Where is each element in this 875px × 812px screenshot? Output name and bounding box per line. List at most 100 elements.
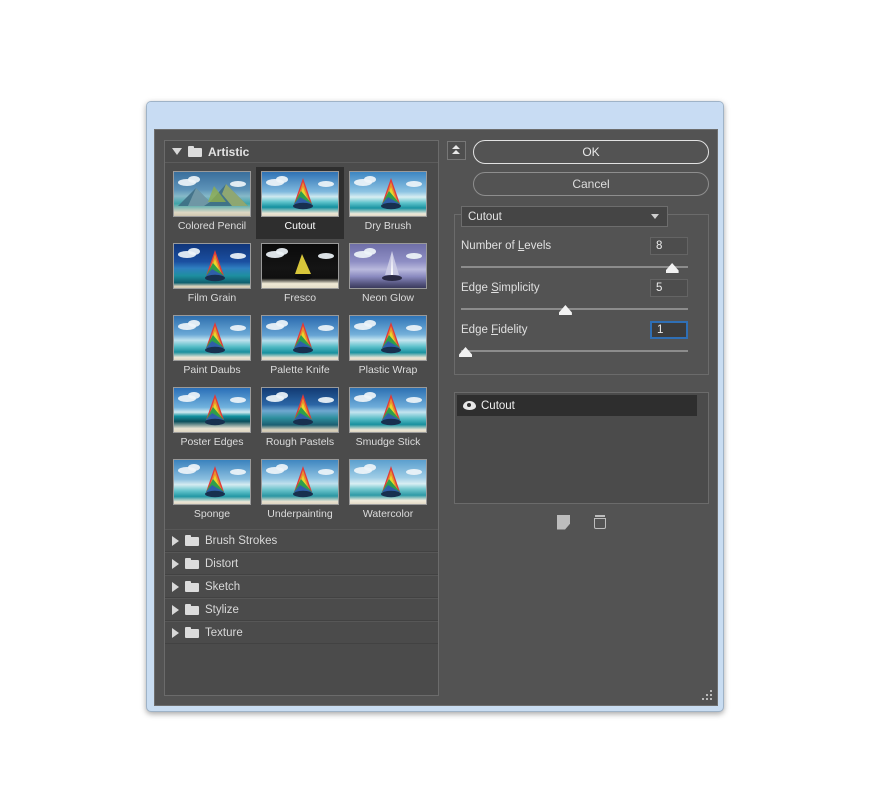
filter-thumbnail [173,387,251,433]
filter-item-label: Sponge [193,508,231,520]
category-row-sketch[interactable]: Sketch [165,575,438,598]
filter-item-smudge-stick[interactable]: Smudge Stick [344,383,432,455]
category-row-distort[interactable]: Distort [165,552,438,575]
filter-thumbnail [261,459,339,505]
folder-icon [185,604,199,615]
category-label: Texture [205,626,243,639]
filter-thumbnail [173,315,251,361]
filter-thumbnail [173,243,251,289]
filter-thumbnail [349,315,427,361]
filter-thumbnail [173,459,251,505]
filter-item-label: Fresco [283,292,317,304]
filter-item-label: Poster Edges [180,436,244,448]
resize-grip[interactable] [702,690,713,701]
filter-item-label: Film Grain [187,292,237,304]
parameter-label: Number of Levels [461,240,552,252]
filter-gallery-dialog: Artistic Colored Pencil Cutout Dry Brush… [154,129,718,706]
effect-layer-row[interactable]: Cutout [457,395,697,416]
filter-browser-panel[interactable]: Artistic Colored Pencil Cutout Dry Brush… [164,140,439,696]
double-chevron-up-icon [452,144,461,154]
filter-item-palette-knife[interactable]: Palette Knife [256,311,344,383]
trash-icon[interactable] [594,515,606,529]
filter-item-poster-edges[interactable]: Poster Edges [168,383,256,455]
slider-thumb[interactable] [665,263,679,273]
parameter-value-field[interactable]: 8 [650,237,688,255]
cancel-button[interactable]: Cancel [473,172,709,196]
filter-item-label: Neon Glow [362,292,414,304]
slider-track [461,308,688,310]
eye-icon[interactable] [457,401,481,410]
filter-item-paint-daubs[interactable]: Paint Daubs [168,311,256,383]
parameter-label: Edge Fidelity [461,324,528,336]
category-label: Brush Strokes [205,534,278,547]
category-header-artistic[interactable]: Artistic [165,141,438,163]
filter-item-rough-pastels[interactable]: Rough Pastels [256,383,344,455]
filter-item-fresco[interactable]: Fresco [256,239,344,311]
ok-button[interactable]: OK [473,140,709,164]
triangle-right-icon[interactable] [172,535,179,546]
category-row-texture[interactable]: Texture [165,621,438,644]
filter-select-dropdown[interactable]: Cutout [461,206,668,227]
filter-thumbnail [261,243,339,289]
filter-item-watercolor[interactable]: Watercolor [344,455,432,527]
filter-thumbnail [349,387,427,433]
filter-item-colored-pencil[interactable]: Colored Pencil [168,167,256,239]
filter-gallery-window: Artistic Colored Pencil Cutout Dry Brush… [146,101,724,712]
filter-item-film-grain[interactable]: Film Grain [168,239,256,311]
category-row-brush-strokes[interactable]: Brush Strokes [165,529,438,552]
filter-item-underpainting[interactable]: Underpainting [256,455,344,527]
filter-thumbnail [173,171,251,217]
parameter-value-field[interactable]: 1 [650,321,688,339]
folder-icon [185,558,199,569]
effect-layers-toolbar [454,510,709,534]
filter-item-sponge[interactable]: Sponge [168,455,256,527]
effect-layer-name: Cutout [481,399,515,412]
filter-thumbnail [261,387,339,433]
controls-panel: OK Cancel Cutout Number of Levels 8 Edge S… [447,140,709,696]
parameter-f-2: Edge Fidelity 1 [459,320,688,357]
category-label: Stylize [205,603,239,616]
triangle-right-icon[interactable] [172,627,179,638]
triangle-right-icon[interactable] [172,558,179,569]
category-row-stylize[interactable]: Stylize [165,598,438,621]
filter-thumbnail [349,243,427,289]
filter-item-dry-brush[interactable]: Dry Brush [344,167,432,239]
collapse-preview-button[interactable] [447,141,466,160]
filter-thumbnail [261,315,339,361]
filter-select-value: Cutout [468,210,502,223]
filter-item-label: Colored Pencil [177,220,247,232]
parameter-slider[interactable] [459,347,688,357]
filter-item-label: Watercolor [362,508,414,520]
filter-item-label: Smudge Stick [355,436,421,448]
parameter-l-0: Number of Levels 8 [461,236,688,273]
parameter-s-1: Edge Simplicity 5 [461,278,688,315]
parameter-slider[interactable] [461,305,688,315]
chevron-down-icon [651,214,660,219]
new-effect-layer-icon[interactable] [557,514,570,530]
triangle-down-icon[interactable] [172,148,182,155]
window-titlebar[interactable] [147,102,723,129]
triangle-right-icon[interactable] [172,581,179,592]
category-label: Distort [205,557,239,570]
filter-item-label: Underpainting [267,508,333,520]
effect-layers-list[interactable]: Cutout [454,392,709,504]
filter-item-label: Paint Daubs [183,364,241,376]
triangle-right-icon[interactable] [172,604,179,615]
folder-icon [185,627,199,638]
filter-item-label: Plastic Wrap [358,364,418,376]
filter-item-label: Palette Knife [270,364,330,376]
filter-item-plastic-wrap[interactable]: Plastic Wrap [344,311,432,383]
slider-thumb[interactable] [558,305,572,315]
slider-thumb[interactable] [459,347,473,357]
filter-item-label: Cutout [284,220,316,232]
filter-item-label: Rough Pastels [265,436,335,448]
filter-item-neon-glow[interactable]: Neon Glow [344,239,432,311]
slider-track [461,266,688,268]
filter-thumbnail [261,171,339,217]
category-label: Artistic [208,144,250,159]
folder-icon [188,146,202,157]
category-label: Sketch [205,580,241,593]
filter-item-cutout[interactable]: Cutout [256,167,344,239]
parameter-value-field[interactable]: 5 [650,279,688,297]
parameter-slider[interactable] [461,263,688,273]
